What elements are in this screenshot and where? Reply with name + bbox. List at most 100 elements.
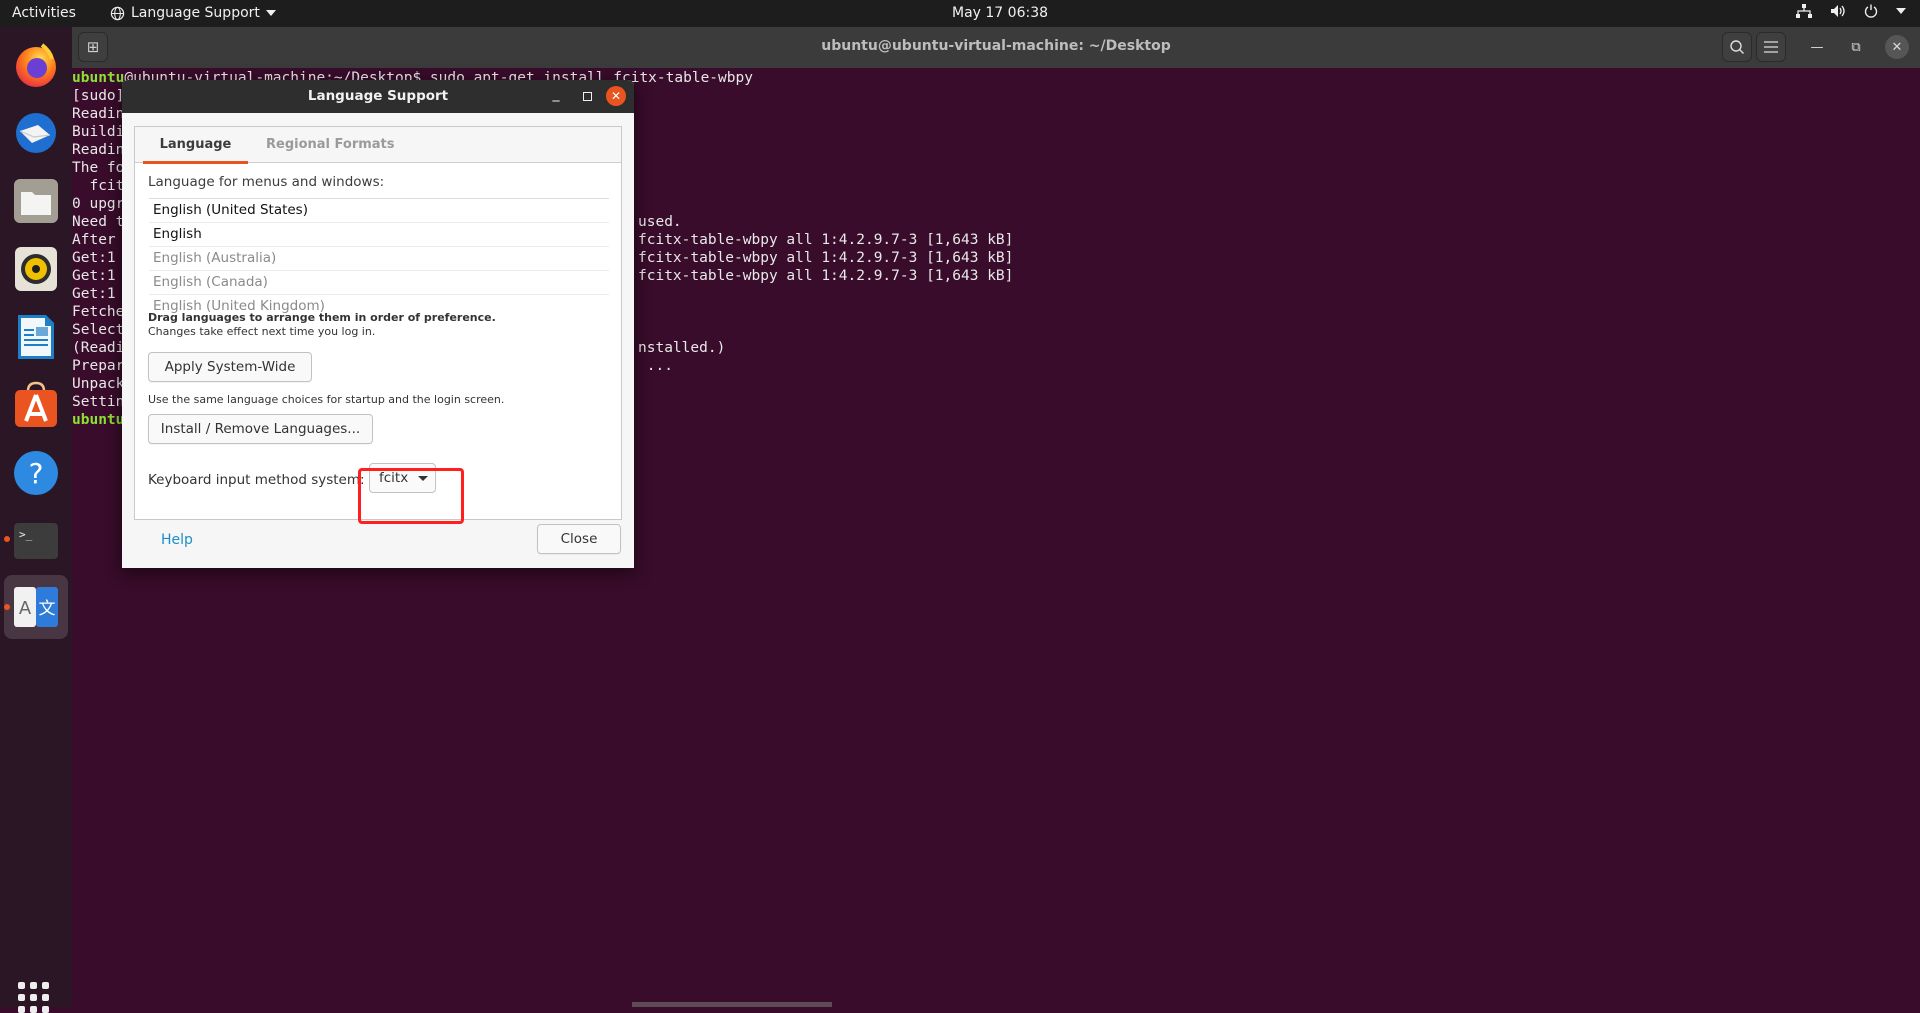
help-icon: ? xyxy=(14,451,58,495)
svg-text:?: ? xyxy=(29,457,44,490)
language-list[interactable]: English (United States) English English … xyxy=(149,198,609,319)
close-button[interactable]: Close xyxy=(537,524,621,554)
close-icon: ✕ xyxy=(1891,39,1903,55)
tab-language[interactable]: Language xyxy=(143,127,248,164)
search-icon xyxy=(1730,40,1744,54)
terminal-line-fragment: Prepar xyxy=(72,358,125,374)
system-menu-arrow-icon xyxy=(1896,8,1906,14)
activities-button[interactable]: Activities xyxy=(12,5,76,21)
app-menu[interactable]: Language Support xyxy=(110,5,276,21)
maximize-icon xyxy=(582,91,592,101)
terminal-line-fragment: The fo xyxy=(72,160,125,176)
annotation-highlight-box xyxy=(358,468,464,524)
menu-button[interactable] xyxy=(1756,32,1786,62)
software-icon xyxy=(15,381,57,427)
terminal-line-fragment: used. xyxy=(638,214,682,230)
files-icon xyxy=(14,179,58,223)
terminal-line-fragment: fcitx-table-wbpy all 1:4.2.9.7-3 [1,643 … xyxy=(638,250,1014,266)
dock-firefox[interactable] xyxy=(8,37,64,93)
terminal-line-fragment: Readin xyxy=(72,142,125,158)
svg-text:文: 文 xyxy=(39,599,56,619)
terminal-prompt-last: ubuntu xyxy=(72,412,125,428)
terminal-line-fragment: ... xyxy=(638,358,673,374)
keyboard-input-label: Keyboard input method system: xyxy=(148,472,365,488)
dock-language-support[interactable]: A文 xyxy=(4,575,68,639)
restore-icon: ⧉ xyxy=(1851,39,1861,55)
command-tail: fcitx-table-wbpy xyxy=(613,70,753,86)
menus-label: Language for menus and windows: xyxy=(148,174,385,190)
terminal-line-fragment: (Readi xyxy=(72,340,125,356)
dock-help[interactable]: ? xyxy=(8,445,64,501)
terminal-line-fragment: nstalled.) xyxy=(638,340,726,356)
terminal-line-fragment: Buildi xyxy=(72,124,125,140)
top-bar: Activities Language Support May 17 06:38 xyxy=(0,0,1920,27)
dialog-minimize-button[interactable]: _ xyxy=(546,86,566,106)
chevron-down-icon xyxy=(265,10,276,16)
writer-icon xyxy=(18,315,54,359)
volume-icon xyxy=(1831,5,1845,17)
rhythmbox-icon xyxy=(15,247,57,291)
close-window-button[interactable]: ✕ xyxy=(1885,35,1909,59)
dialog-close-button[interactable]: ✕ xyxy=(606,86,626,106)
prompt-user: ubuntu xyxy=(72,70,125,86)
terminal-line-fragment: Need t xyxy=(72,214,125,230)
network-icon xyxy=(1796,4,1812,18)
terminal-icon: >_ xyxy=(14,523,58,559)
language-item[interactable]: English xyxy=(149,223,609,247)
apply-system-wide-button[interactable]: Apply System-Wide xyxy=(148,352,312,382)
dock-rhythmbox[interactable] xyxy=(8,241,64,297)
clock[interactable]: May 17 06:38 xyxy=(952,5,1048,21)
apply-hint: Use the same language choices for startu… xyxy=(148,393,505,406)
drag-hint: Drag languages to arrange them in order … xyxy=(148,311,496,324)
thunderbird-icon xyxy=(16,113,56,153)
running-indicator xyxy=(4,604,10,610)
terminal-line-fragment: Unpack xyxy=(72,376,125,392)
terminal-line-fragment: fcitx-table-wbpy all 1:4.2.9.7-3 [1,643 … xyxy=(638,232,1014,248)
minimize-icon: _ xyxy=(552,86,560,102)
terminal-line-fragment: Readin xyxy=(72,106,125,122)
dock-writer[interactable] xyxy=(8,309,64,365)
language-item[interactable]: English (Canada) xyxy=(149,271,609,295)
dock-terminal[interactable]: >_ xyxy=(8,513,64,569)
terminal-line-fragment: Settin xyxy=(72,394,125,410)
dock-software[interactable] xyxy=(8,377,64,433)
dialog-titlebar[interactable]: Language Support _ ✕ xyxy=(122,80,634,113)
tab-regional-formats[interactable]: Regional Formats xyxy=(266,127,395,163)
terminal-line-fragment: Fetche xyxy=(72,304,125,320)
firefox-icon xyxy=(16,43,56,87)
dock-files[interactable] xyxy=(8,173,64,229)
language-support-dialog: Language Support _ ✕ Language Regional F… xyxy=(122,80,634,568)
dock: ? >_ A文 xyxy=(0,27,72,1013)
terminal-line-fragment: Select xyxy=(72,322,125,338)
show-applications-icon[interactable] xyxy=(18,982,49,1013)
terminal-line-fragment: fcitx-table-wbpy all 1:4.2.9.7-3 [1,643 … xyxy=(638,268,1014,284)
notebook: Language Regional Formats Language for m… xyxy=(134,126,622,520)
language-icon: A文 xyxy=(14,587,58,627)
terminal-title: ubuntu@ubuntu-virtual-machine: ~/Desktop xyxy=(821,38,1171,54)
dock-thunderbird[interactable] xyxy=(8,105,64,161)
terminal-line-fragment: fcit xyxy=(72,178,125,194)
install-remove-languages-button[interactable]: Install / Remove Languages... xyxy=(148,414,373,444)
search-button[interactable] xyxy=(1722,32,1752,62)
language-tab-content: Language for menus and windows: English … xyxy=(135,163,621,520)
maximize-button[interactable]: ⧉ xyxy=(1844,35,1868,59)
terminal-line-fragment: Get:1 xyxy=(72,250,116,266)
language-item[interactable]: English (Australia) xyxy=(149,247,609,271)
power-icon xyxy=(1864,4,1878,18)
help-link[interactable]: Help xyxy=(161,532,193,548)
terminal-line-fragment: [sudo] xyxy=(72,88,125,104)
globe-icon xyxy=(110,6,125,20)
effect-hint: Changes take effect next time you log in… xyxy=(148,325,376,338)
svg-text:A: A xyxy=(19,598,32,619)
terminal-headerbar: ⊞ ubuntu@ubuntu-virtual-machine: ~/Deskt… xyxy=(72,27,1920,68)
minimize-button[interactable]: — xyxy=(1805,35,1829,59)
system-tray[interactable] xyxy=(1796,4,1906,18)
language-item[interactable]: English (United States) xyxy=(149,199,609,223)
dialog-maximize-button[interactable] xyxy=(577,86,597,106)
terminal-line-fragment: After xyxy=(72,232,116,248)
app-menu-label: Language Support xyxy=(131,5,260,21)
terminal-line-fragment: Get:1 xyxy=(72,286,116,302)
terminal-line-fragment: 0 upgr xyxy=(72,196,125,212)
terminal-scrollbar[interactable] xyxy=(632,1002,832,1007)
tab-bar: Language Regional Formats xyxy=(135,127,621,164)
